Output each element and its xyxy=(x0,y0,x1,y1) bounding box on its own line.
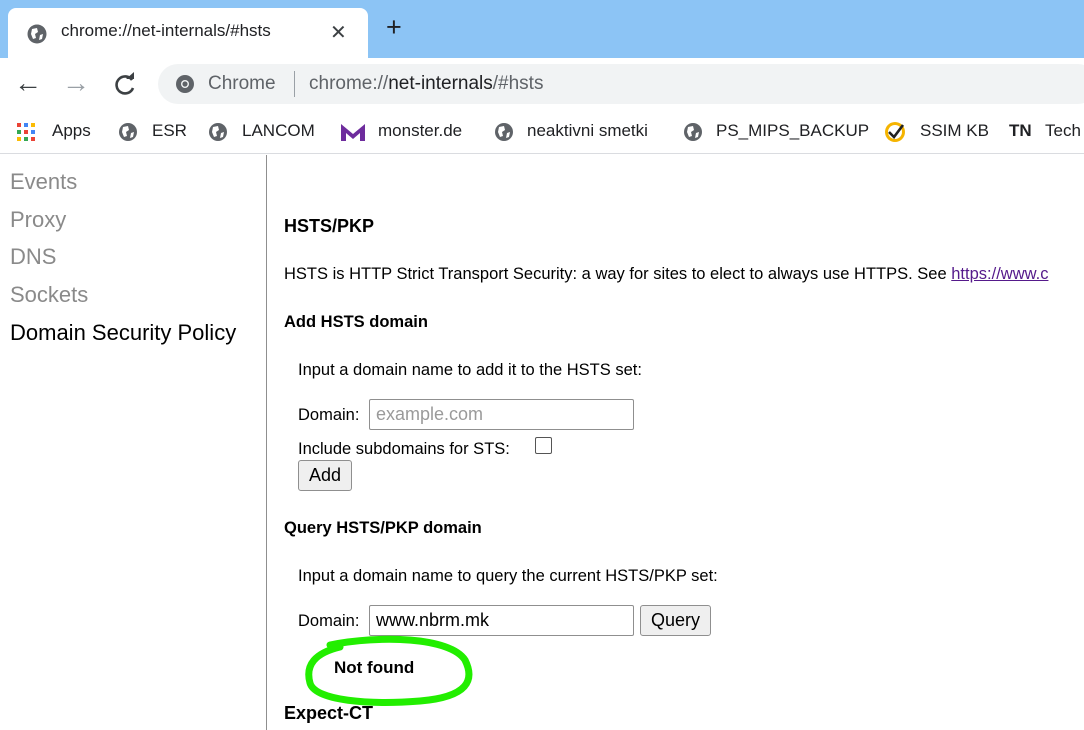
globe-icon xyxy=(119,123,137,141)
toolbar: ← → Chrome chrome://net-internals/#hsts xyxy=(0,58,1084,110)
include-subdomains-label: Include subdomains for STS: xyxy=(298,440,510,458)
tab-title: chrome://net-internals/#hsts xyxy=(61,21,271,40)
bookmark-lancom[interactable]: LANCOM xyxy=(242,121,315,141)
bookmark-apps[interactable]: Apps xyxy=(52,121,91,141)
sidebar-item-proxy[interactable]: Proxy xyxy=(10,207,66,233)
sidebar-item-sockets[interactable]: Sockets xyxy=(10,282,88,308)
expect-ct-heading: Expect-CT xyxy=(284,703,374,723)
address-bar[interactable]: Chrome chrome://net-internals/#hsts xyxy=(158,64,1084,104)
add-domain-input[interactable] xyxy=(369,399,634,430)
globe-icon xyxy=(684,123,702,141)
query-domain-heading: Query HSTS/PKP domain xyxy=(284,519,482,537)
query-domain-input[interactable] xyxy=(369,605,634,636)
omnibox-separator xyxy=(294,71,295,97)
add-hsts-instructions: Input a domain name to add it to the HST… xyxy=(298,361,642,379)
site-label: Chrome xyxy=(208,73,276,94)
arrow-left-icon[interactable]: ← xyxy=(14,68,42,98)
close-icon[interactable]: ✕ xyxy=(330,20,347,45)
globe-icon xyxy=(209,123,227,141)
intro-text: HSTS is HTTP Strict Transport Security: … xyxy=(284,265,952,283)
bookmark-neaktivni-smetki[interactable]: neaktivni smetki xyxy=(527,121,648,141)
query-button[interactable]: Query xyxy=(640,605,712,636)
url-text: chrome://net-internals/#hsts xyxy=(309,73,543,95)
page-title: HSTS/PKP xyxy=(284,216,375,236)
plus-icon[interactable]: + xyxy=(386,14,402,41)
reload-icon[interactable] xyxy=(112,70,138,100)
url-prefix: chrome:// xyxy=(309,73,389,94)
url-path: /#hsts xyxy=(492,73,544,94)
include-subdomains-checkbox[interactable] xyxy=(535,437,552,454)
bookmark-ps-mips-backup[interactable]: PS_MIPS_BACKUP xyxy=(716,121,869,141)
chrome-logo-icon xyxy=(176,75,194,93)
globe-icon xyxy=(27,24,47,44)
tab-strip: chrome://net-internals/#hsts ✕ + xyxy=(0,0,1084,58)
bookmark-esr[interactable]: ESR xyxy=(152,121,187,141)
main-content: HSTS/PKP HSTS is HTTP Strict Transport S… xyxy=(284,155,1084,730)
query-instructions: Input a domain name to query the current… xyxy=(298,567,718,585)
sidebar-item-domain-security-policy[interactable]: Domain Security Policy xyxy=(10,320,236,346)
checkmark-badge-icon xyxy=(885,122,905,142)
sidebar-item-events[interactable]: Events xyxy=(10,169,77,195)
url-host: net-internals xyxy=(388,73,493,94)
sidebar-item-dns[interactable]: DNS xyxy=(10,244,56,270)
hsts-info-link[interactable]: https://www.c xyxy=(951,265,1048,283)
apps-grid-icon xyxy=(17,123,35,141)
bookmark-monster[interactable]: monster.de xyxy=(378,121,462,141)
arrow-right-icon[interactable]: → xyxy=(62,68,90,98)
globe-icon xyxy=(495,123,513,141)
bookmark-ssim-kb[interactable]: SSIM KB xyxy=(920,121,989,141)
add-hsts-heading: Add HSTS domain xyxy=(284,313,428,331)
bookmarks-bar: Apps ESR LANCOM monster.de neaktivni sme… xyxy=(0,110,1084,154)
query-domain-label: Domain: xyxy=(298,612,360,630)
bookmark-tech[interactable]: Tech xyxy=(1045,121,1081,141)
tn-logo-icon: TN xyxy=(1009,121,1032,140)
add-button[interactable]: Add xyxy=(298,460,353,491)
active-tab[interactable]: chrome://net-internals/#hsts ✕ xyxy=(8,8,368,58)
sidebar: Events Proxy DNS Sockets Domain Security… xyxy=(0,155,267,730)
add-domain-label: Domain: xyxy=(298,406,360,424)
monster-logo-icon xyxy=(341,124,365,141)
intro-paragraph: HSTS is HTTP Strict Transport Security: … xyxy=(284,265,1048,284)
